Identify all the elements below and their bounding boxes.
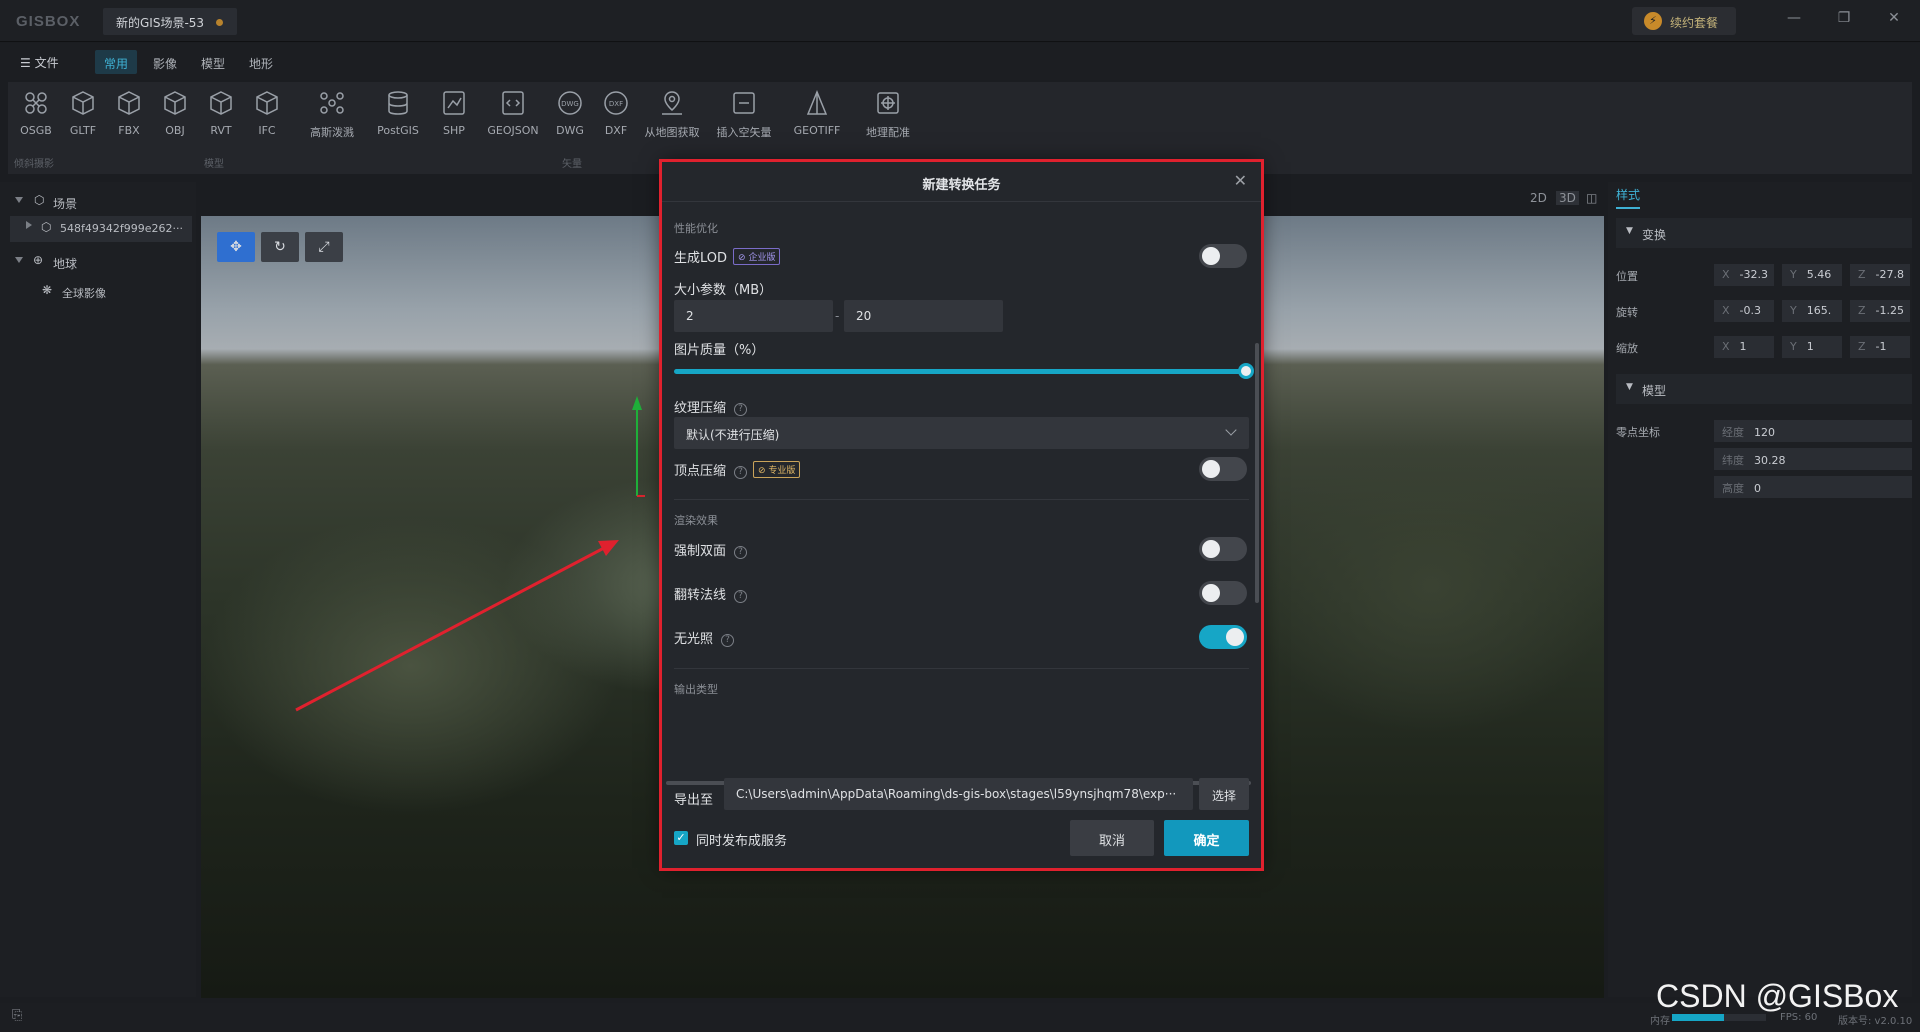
watermark: CSDN @GISBox [1656, 978, 1899, 1014]
annotation-highlight-box [659, 159, 1264, 871]
